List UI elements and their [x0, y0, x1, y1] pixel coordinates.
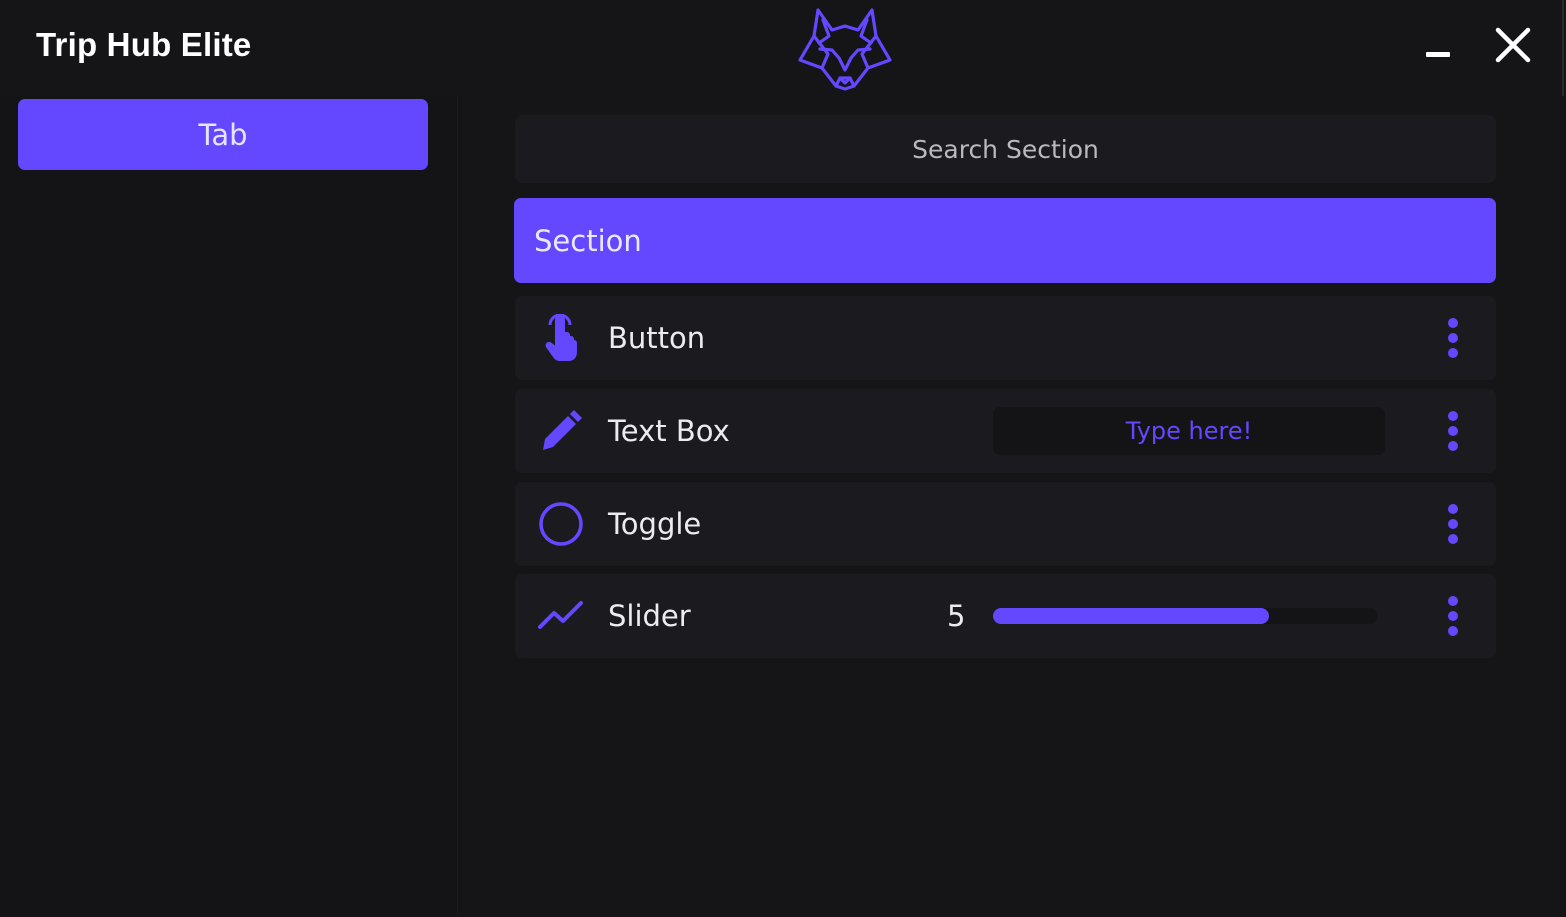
tab-tab[interactable]: Tab [18, 99, 428, 170]
more-vertical-icon[interactable] [1443, 318, 1463, 358]
close-button[interactable] [1492, 24, 1534, 66]
button-element[interactable]: Button [515, 296, 1496, 380]
textbox-input[interactable] [993, 407, 1385, 455]
toggle-element[interactable]: Toggle [515, 482, 1496, 566]
section-title: Section [534, 223, 642, 258]
close-icon [1495, 27, 1531, 63]
slider-fill[interactable] [993, 608, 1270, 624]
toggle-element-label: Toggle [608, 507, 702, 541]
more-vertical-icon[interactable] [1443, 504, 1463, 544]
button-element-label: Button [608, 321, 706, 355]
circle-icon[interactable] [537, 500, 585, 548]
app-window: Trip Hub Elite Tab Search Section Sectio… [0, 0, 1564, 917]
textbox-element: Text Box [515, 389, 1496, 473]
more-vertical-icon[interactable] [1443, 596, 1463, 636]
tab-label: Tab [198, 117, 248, 152]
textbox-element-label: Text Box [608, 414, 730, 448]
minimize-icon [1426, 52, 1450, 57]
title-bar[interactable]: Trip Hub Elite [0, 0, 1562, 96]
slider-element-label: Slider [608, 599, 691, 633]
slider-value: 5 [947, 599, 966, 633]
more-vertical-icon[interactable] [1443, 411, 1463, 451]
search-box [515, 114, 1496, 184]
fox-head-icon [798, 8, 892, 91]
pointer-hand-icon [545, 314, 577, 361]
search-input[interactable] [515, 114, 1496, 184]
section-header[interactable]: Section [514, 198, 1496, 283]
pencil-icon [543, 410, 582, 450]
slider-track[interactable] [993, 608, 1377, 624]
trending-line-icon [538, 601, 583, 629]
app-title: Trip Hub Elite [36, 26, 252, 63]
main-content: Section Button Text Box [459, 96, 1564, 917]
minimize-button[interactable] [1420, 30, 1456, 66]
slider-element: Slider 5 [515, 574, 1496, 658]
sidebar: Tab [0, 96, 458, 917]
